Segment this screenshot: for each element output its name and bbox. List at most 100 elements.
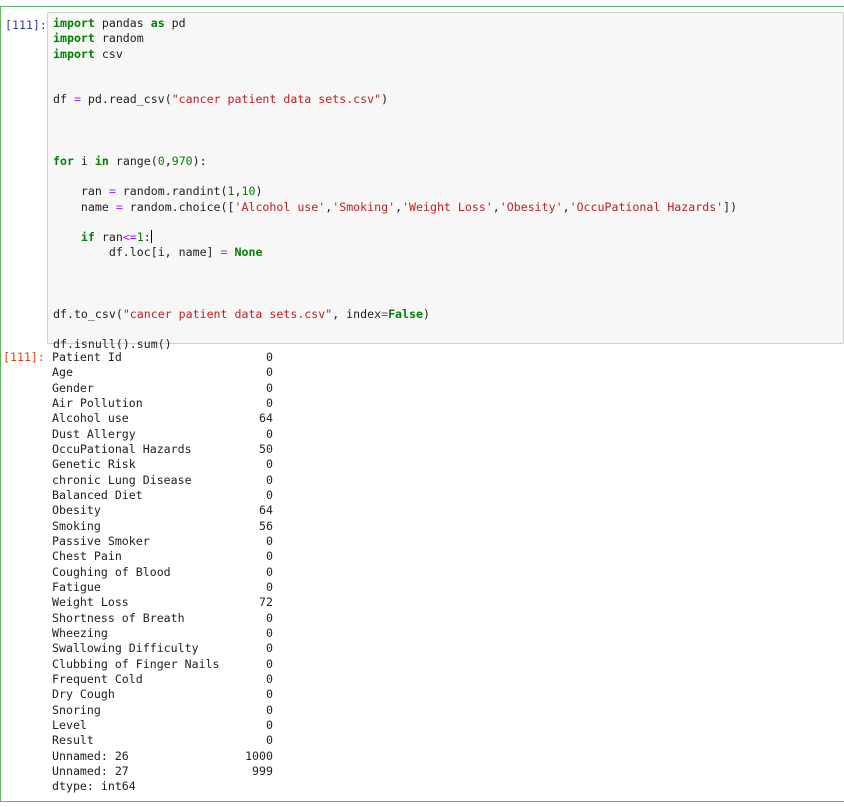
code-text-segment: ) — [422, 306, 430, 321]
code-text-segment: : — [143, 230, 151, 245]
output-row: Air Pollution 0 — [52, 396, 352, 411]
output-row-label: Gender — [52, 380, 94, 395]
output-row-label: chronic Lung Disease — [52, 472, 192, 487]
code-text-segment: ) — [255, 184, 263, 199]
output-row: Wheezing 0 — [52, 626, 352, 641]
output-row-value: 0 — [266, 457, 273, 472]
output-row: Age 0 — [52, 365, 352, 380]
output-row-label: Balanced Diet — [52, 487, 143, 502]
output-row-label: Unnamed: 27 — [52, 763, 129, 778]
output-row-label: Dry Cough — [52, 687, 115, 702]
cell-border-bottom — [0, 801, 844, 802]
code-text-segment: ran — [94, 230, 123, 245]
code-operator: = — [220, 245, 228, 260]
output-row-value: 0 — [266, 656, 273, 671]
output-row-label: Obesity — [52, 503, 101, 518]
code-string: 'Weight Loss' — [402, 199, 493, 214]
code-string: 'Smoking' — [332, 199, 396, 214]
code-text-segment: csv — [94, 46, 123, 61]
notebook-cell[interactable]: [111]: import pandas as pd import random… — [0, 6, 844, 802]
output-row: Clubbing of Finger Nails 0 — [52, 657, 352, 672]
output-row: Balanced Diet 0 — [52, 488, 352, 503]
code-number: 1 — [136, 230, 144, 245]
output-row: Level 0 — [52, 718, 352, 733]
output-row: Smoking 56 — [52, 519, 352, 534]
input-prompt: [111]: — [5, 18, 47, 32]
code-keyword: import — [53, 46, 95, 61]
output-row-value: 0 — [266, 733, 273, 748]
output-row-label: Frequent Cold — [52, 671, 143, 686]
output-row-label: Shortness of Breath — [52, 610, 185, 625]
output-row-label: Genetic Risk — [52, 457, 136, 472]
output-row-value: 999 — [252, 763, 273, 778]
output-row-value: 0 — [266, 641, 273, 656]
code-text-segment: ]) — [723, 199, 738, 214]
output-row-label: Clubbing of Finger Nails — [52, 656, 220, 671]
output-row: Weight Loss 72 — [52, 595, 352, 610]
code-keyword: as — [150, 16, 165, 30]
code-text-segment: df.loc[i, name] — [53, 245, 221, 260]
code-operator: = — [115, 199, 123, 214]
output-row: Genetic Risk 0 — [52, 457, 352, 472]
code-string: 'OccuPational Hazards' — [569, 199, 724, 214]
output-row: Snoring 0 — [52, 703, 352, 718]
output-row-value: 0 — [266, 549, 273, 564]
output-row-value: 0 — [266, 395, 273, 410]
output-row-value: 0 — [266, 426, 273, 441]
code-editor[interactable]: import pandas as pd import random import… — [47, 12, 844, 351]
output-row: Passive Smoker 0 — [52, 534, 352, 549]
code-text-segment — [228, 245, 235, 259]
code-text[interactable]: import pandas as pd import random import… — [53, 16, 737, 353]
code-number: 1 — [227, 184, 235, 199]
output-row-value: 0 — [266, 380, 273, 395]
code-keyword: False — [388, 306, 423, 321]
output-row-label: Alcohol use — [52, 411, 129, 426]
output-row: Gender 0 — [52, 381, 352, 396]
output-row-value: 0 — [266, 487, 273, 502]
output-row-value: 72 — [259, 595, 273, 610]
output-row-value: 0 — [266, 671, 273, 686]
output-row: Fatigue 0 — [52, 580, 352, 595]
code-keyword: in — [94, 153, 109, 168]
code-string: 'Alcohol use' — [234, 199, 326, 214]
output-row: Frequent Cold 0 — [52, 672, 352, 687]
code-text-segment — [53, 230, 81, 244]
code-keyword: for — [53, 153, 74, 168]
output-row-value: 0 — [266, 579, 273, 594]
code-operator: <= — [122, 230, 137, 245]
output-row: Swallowing Difficulty 0 — [52, 641, 352, 656]
output-row-label: Dust Allergy — [52, 426, 136, 441]
dtype-line: dtype: int64 — [52, 779, 136, 794]
output-row-label: OccuPational Hazards — [52, 441, 192, 456]
output-row-label: Level — [52, 717, 87, 732]
code-text-segment: random — [94, 31, 144, 46]
output-row-value: 0 — [266, 610, 273, 625]
output-row: Patient Id 0 — [52, 350, 352, 365]
output-row-label: Weight Loss — [52, 595, 129, 610]
output-row-label: Unnamed: 26 — [52, 748, 129, 763]
output-row-label: Snoring — [52, 702, 101, 717]
code-text-segment: , — [492, 199, 500, 214]
output-row: Result 0 — [52, 733, 352, 748]
output-row-value: 0 — [266, 564, 273, 579]
code-keyword: if — [80, 230, 95, 245]
code-text-segment: , — [395, 199, 403, 214]
code-text-segment: ) — [381, 92, 389, 107]
code-text-segment: pd.read_csv( — [80, 92, 172, 107]
output-row-value: 0 — [266, 687, 273, 702]
code-text-segment: i — [73, 153, 95, 168]
code-text-segment: ): — [192, 153, 207, 168]
output-row-value: 0 — [266, 702, 273, 717]
code-text-segment: range( — [108, 153, 158, 168]
code-string: 'Obesity' — [499, 199, 563, 214]
output-row-value: 0 — [266, 717, 273, 732]
code-operator: = — [108, 184, 116, 199]
output-row-value: 0 — [266, 625, 273, 640]
output-row-value: 64 — [259, 503, 273, 518]
code-keyword: import — [53, 31, 95, 46]
output-prompt: [111]: — [3, 350, 45, 364]
code-text-segment: , — [164, 153, 172, 168]
output-area: Patient Id 0 Age 0 Gender 0 Air Pollution 0 Alco… — [52, 350, 352, 795]
code-text-segment: , — [562, 199, 570, 214]
code-number: 0 — [157, 153, 165, 168]
